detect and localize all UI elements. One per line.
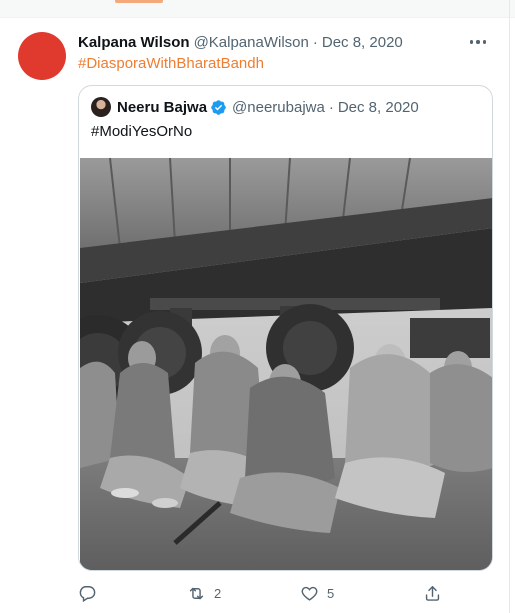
tweet-header: Kalpana Wilson @KalpanaWilson · Dec 8, 2…: [78, 32, 403, 52]
tweet[interactable]: Kalpana Wilson @KalpanaWilson · Dec 8, 2…: [0, 18, 510, 613]
retweet-icon: [189, 587, 204, 599]
author-name[interactable]: Kalpana Wilson: [78, 34, 190, 51]
retweet-count: 2: [214, 585, 222, 601]
reply-icon: [79, 585, 96, 602]
author-avatar[interactable]: [18, 32, 66, 80]
quoted-tweet-text: #ModiYesOrNo: [91, 123, 193, 140]
quoted-author-name: Neeru Bajwa: [117, 98, 208, 116]
quoted-author-handle: @neerubajwa: [232, 98, 325, 116]
quoted-tweet-header: Neeru Bajwa @neerubajwa · Dec 8, 2020: [91, 97, 419, 117]
active-tab-indicator: [115, 0, 163, 3]
quoted-tweet[interactable]: Neeru Bajwa @neerubajwa · Dec 8, 2020 #M…: [78, 85, 493, 571]
share-icon: [425, 585, 440, 601]
share-button[interactable]: [423, 582, 442, 604]
quoted-separator-dot: ·: [328, 98, 334, 116]
quoted-author-avatar: [91, 97, 111, 117]
quoted-tweet-photo[interactable]: [80, 158, 492, 570]
verified-badge-icon: [211, 99, 226, 115]
heart-icon: [301, 586, 318, 601]
reply-button[interactable]: [78, 582, 105, 604]
author-handle[interactable]: @KalpanaWilson: [194, 34, 309, 51]
photo-illustration: [80, 158, 492, 570]
tweet-date[interactable]: Dec 8, 2020: [322, 34, 403, 51]
more-horizontal-icon[interactable]: [468, 32, 488, 52]
tweet-actions: 2 5: [78, 582, 445, 604]
top-strip: [0, 0, 515, 18]
separator-dot: ·: [312, 33, 318, 51]
like-count: 5: [327, 585, 335, 601]
hashtag-link[interactable]: #DiasporaWithBharatBandh: [78, 55, 264, 72]
like-button[interactable]: 5: [300, 582, 334, 604]
retweet-button[interactable]: 2: [187, 582, 221, 604]
quoted-tweet-date: Dec 8, 2020: [337, 98, 419, 116]
